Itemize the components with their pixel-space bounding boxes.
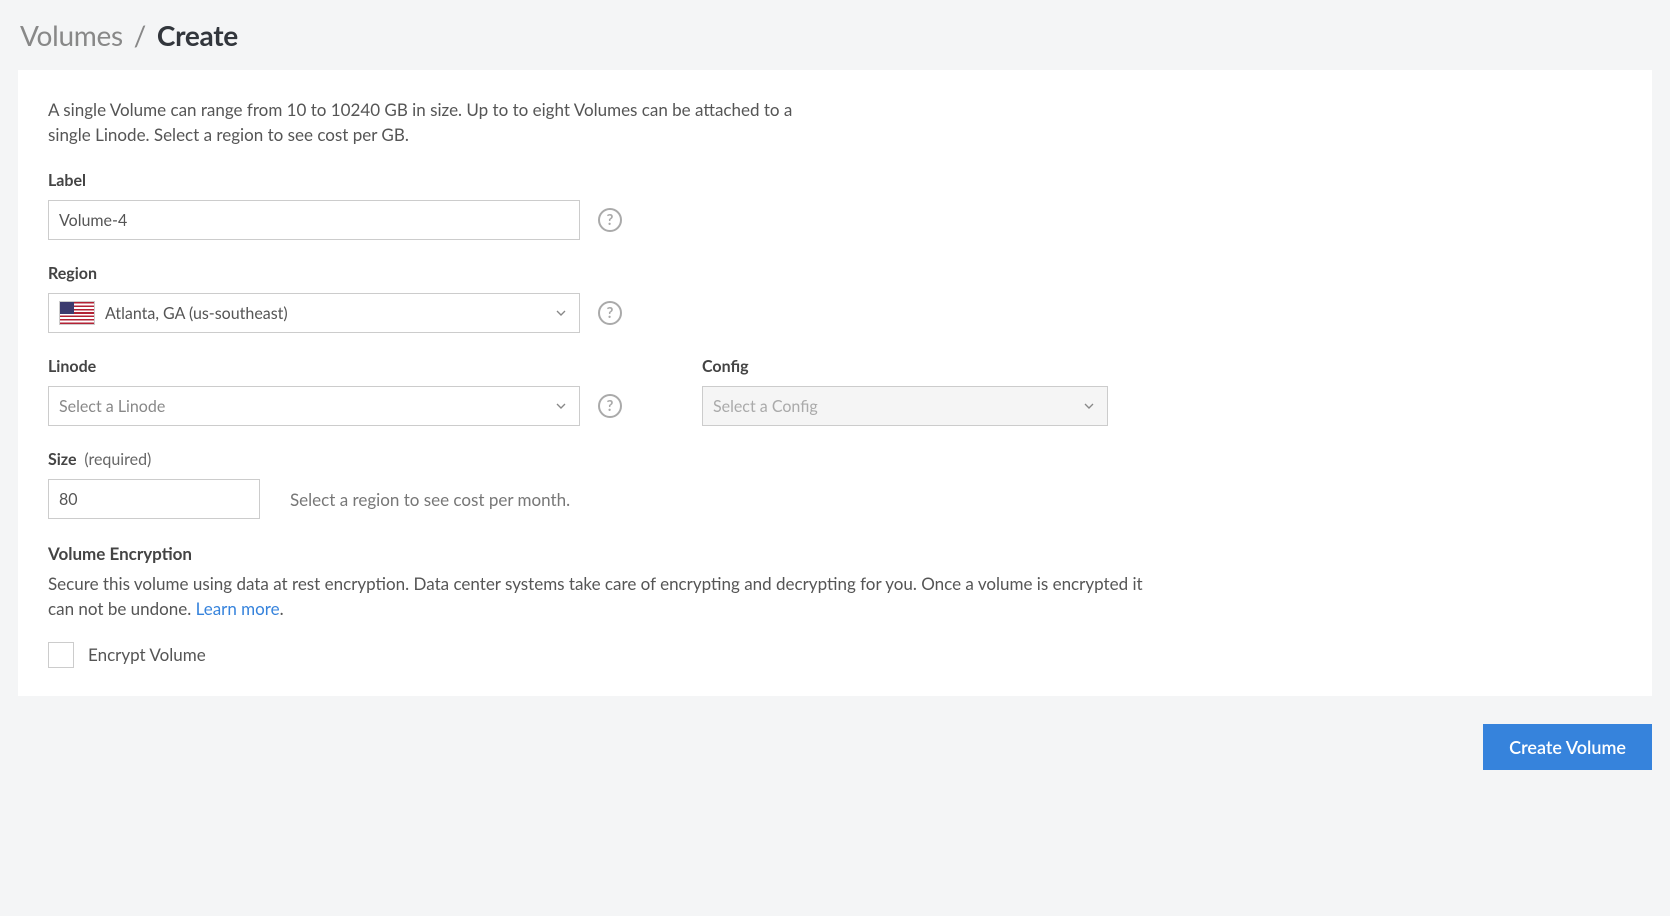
config-select: Select a Config bbox=[702, 386, 1108, 426]
encryption-section: Volume Encryption Secure this volume usi… bbox=[48, 543, 1622, 667]
encryption-description: Secure this volume using data at rest en… bbox=[48, 572, 1168, 621]
label-input[interactable] bbox=[48, 200, 580, 240]
size-input[interactable] bbox=[48, 479, 260, 519]
chevron-down-icon bbox=[553, 305, 569, 321]
intro-text: A single Volume can range from 10 to 102… bbox=[48, 98, 808, 147]
encryption-title: Volume Encryption bbox=[48, 543, 1622, 564]
help-icon[interactable]: ? bbox=[598, 208, 622, 232]
encryption-period: . bbox=[280, 598, 284, 619]
size-hint-text: Select a region to see cost per month. bbox=[290, 489, 570, 510]
create-volume-button[interactable]: Create Volume bbox=[1483, 724, 1652, 770]
size-label-text: Size bbox=[48, 450, 77, 469]
breadcrumb-separator: / bbox=[134, 18, 146, 52]
label-field-group: Label ? bbox=[48, 171, 1622, 240]
region-select[interactable]: Atlanta, GA (us-southeast) bbox=[48, 293, 580, 333]
size-field-label: Size (required) bbox=[48, 450, 1622, 469]
chevron-down-icon bbox=[553, 398, 569, 414]
flag-us-icon bbox=[59, 301, 95, 325]
linode-field-label: Linode bbox=[48, 357, 622, 376]
breadcrumb: Volumes / Create bbox=[18, 18, 1652, 52]
encrypt-checkbox-label: Encrypt Volume bbox=[88, 644, 206, 665]
encrypt-checkbox-row: Encrypt Volume bbox=[48, 642, 1622, 668]
config-field-label: Config bbox=[702, 357, 1108, 376]
help-icon[interactable]: ? bbox=[598, 301, 622, 325]
size-required-text: (required) bbox=[84, 450, 151, 469]
chevron-down-icon bbox=[1081, 398, 1097, 414]
help-icon[interactable]: ? bbox=[598, 394, 622, 418]
size-field-group: Size (required) Select a region to see c… bbox=[48, 450, 1622, 519]
breadcrumb-current: Create bbox=[157, 18, 238, 52]
config-field-group: Config Select a Config bbox=[702, 357, 1108, 426]
create-volume-card: A single Volume can range from 10 to 102… bbox=[18, 70, 1652, 696]
linode-select[interactable]: Select a Linode bbox=[48, 386, 580, 426]
config-select-placeholder: Select a Config bbox=[713, 397, 818, 416]
encrypt-checkbox[interactable] bbox=[48, 642, 74, 668]
region-field-group: Region Atlanta, GA (us-southeast) ? bbox=[48, 264, 1622, 333]
region-field-label: Region bbox=[48, 264, 1622, 283]
footer-actions: Create Volume bbox=[18, 724, 1652, 770]
region-select-value: Atlanta, GA (us-southeast) bbox=[105, 304, 288, 323]
linode-field-group: Linode Select a Linode ? bbox=[48, 357, 622, 426]
learn-more-link[interactable]: Learn more bbox=[196, 598, 280, 619]
breadcrumb-parent[interactable]: Volumes bbox=[20, 18, 123, 52]
label-field-label: Label bbox=[48, 171, 1622, 190]
linode-select-placeholder: Select a Linode bbox=[59, 397, 165, 416]
